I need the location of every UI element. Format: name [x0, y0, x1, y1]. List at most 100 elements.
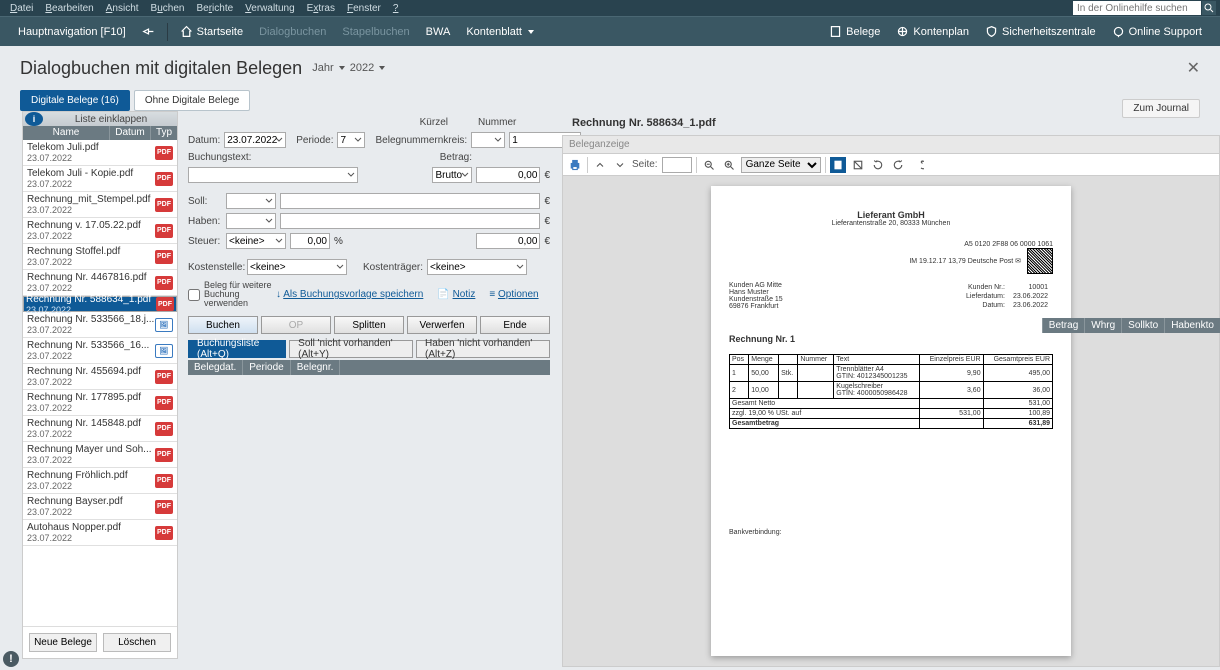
kostentraeger-select[interactable]: [427, 259, 527, 275]
nav-dialogbuchen[interactable]: Dialogbuchen: [251, 26, 334, 38]
vorlage-speichern-link[interactable]: ↓ Als Buchungsvorlage speichern: [276, 289, 423, 300]
fit-page-icon[interactable]: [830, 157, 846, 173]
status-icon[interactable]: !: [3, 651, 19, 667]
buchen-button[interactable]: Buchen: [188, 316, 258, 334]
page-title: Dialogbuchen mit digitalen Belegen: [20, 58, 302, 79]
buchungstext-input[interactable]: [188, 167, 358, 183]
undo-icon[interactable]: [910, 157, 926, 173]
menu-berichte[interactable]: Berichte: [190, 3, 239, 14]
list-item[interactable]: Rechnung Nr. 145848.pdf23.07.2022PDF: [23, 416, 177, 442]
fit-width-icon[interactable]: [850, 157, 866, 173]
steuer-pct[interactable]: [290, 233, 330, 249]
seite-input[interactable]: [662, 157, 692, 173]
pdf-icon: PDF: [155, 224, 173, 238]
tab-ohne-belege[interactable]: Ohne Digitale Belege: [134, 90, 251, 111]
periode-select[interactable]: [337, 132, 365, 148]
nav-kontenplan[interactable]: Kontenplan: [888, 25, 977, 38]
rotate-left-icon[interactable]: [870, 157, 886, 173]
list-item[interactable]: Telekom Juli.pdf23.07.2022PDF: [23, 140, 177, 166]
brutto-select[interactable]: [432, 167, 472, 183]
menu-datei[interactable]: Datei: [4, 3, 39, 14]
nav-belege[interactable]: Belege: [821, 25, 888, 38]
info-icon[interactable]: i: [25, 112, 43, 126]
menu-fenster[interactable]: Fenster: [341, 3, 387, 14]
optionen-link[interactable]: ≡ Optionen: [489, 289, 538, 300]
close-button[interactable]: ✕: [1187, 58, 1200, 78]
soll-konto[interactable]: [226, 193, 276, 209]
haben-nv-tab[interactable]: Haben 'nicht vorhanden' (Alt+Z): [416, 340, 550, 358]
page-up-icon[interactable]: [592, 157, 608, 173]
zoom-select[interactable]: Ganze Seite: [741, 157, 821, 173]
beleg-weitere-checkbox[interactable]: [188, 289, 200, 301]
betrag-input[interactable]: [476, 167, 540, 183]
menu-verwaltung[interactable]: Verwaltung: [239, 3, 300, 14]
list-item[interactable]: Rechnung Nr. 177895.pdf23.07.2022PDF: [23, 390, 177, 416]
pin-icon[interactable]: [134, 25, 163, 38]
list-item[interactable]: Rechnung v. 17.05.22.pdf23.07.2022PDF: [23, 218, 177, 244]
zum-journal-button[interactable]: Zum Journal: [1122, 99, 1200, 118]
collapse-list[interactable]: Liste einklappen: [45, 114, 177, 125]
zoom-out-icon[interactable]: [701, 157, 717, 173]
soll-text[interactable]: [280, 193, 540, 209]
year-label: Jahr 2022: [312, 62, 387, 74]
main-nav[interactable]: Hauptnavigation [F10]: [10, 26, 134, 38]
notiz-link[interactable]: 📄 Notiz: [437, 289, 475, 300]
nav-stapelbuchen[interactable]: Stapelbuchen: [334, 26, 417, 38]
list-item[interactable]: Rechnung Nr. 4467816.pdf23.07.2022PDF: [23, 270, 177, 296]
col-name[interactable]: Name: [23, 126, 109, 140]
steuer-select[interactable]: [226, 233, 286, 249]
print-icon[interactable]: [567, 157, 583, 173]
viewer-tab[interactable]: Beleganzeige: [563, 136, 1219, 154]
page-down-icon[interactable]: [612, 157, 628, 173]
menu-bearbeiten[interactable]: Bearbeiten: [39, 3, 99, 14]
haben-konto[interactable]: [226, 213, 276, 229]
kostenstelle-select[interactable]: [247, 259, 347, 275]
nav-kontenblatt[interactable]: Kontenblatt: [458, 26, 544, 38]
help-search-button[interactable]: [1202, 1, 1216, 15]
grid-right-cols: BetragWhrgSollktoHabenkto: [1042, 318, 1220, 333]
list-item[interactable]: Autohaus Nopper.pdf23.07.2022PDF: [23, 520, 177, 546]
pdf-icon: PDF: [155, 448, 173, 462]
pdf-icon: PDF: [155, 500, 173, 514]
neue-belege-button[interactable]: Neue Belege: [29, 633, 97, 652]
list-item[interactable]: Rechnung Fröhlich.pdf23.07.2022PDF: [23, 468, 177, 494]
steuer-betrag[interactable]: [476, 233, 540, 249]
kurzel-select[interactable]: [471, 132, 505, 148]
list-item[interactable]: Rechnung Mayer und Soh...23.07.2022PDF: [23, 442, 177, 468]
splitten-button[interactable]: Splitten: [334, 316, 404, 334]
nav-startseite[interactable]: Startseite: [172, 25, 251, 38]
menu-extras[interactable]: Extras: [301, 3, 341, 14]
datum-input[interactable]: [224, 132, 286, 148]
grid-header: Belegdat.PeriodeBelegnr.: [188, 360, 550, 375]
col-typ[interactable]: Typ: [151, 126, 177, 140]
haben-label: Haben:: [188, 216, 222, 227]
menu-help[interactable]: ?: [387, 3, 405, 14]
menu-buchen[interactable]: Buchen: [145, 3, 191, 14]
nav-support[interactable]: Online Support: [1104, 25, 1210, 38]
list-item[interactable]: Rechnung Bayser.pdf23.07.2022PDF: [23, 494, 177, 520]
list-item[interactable]: Rechnung_mit_Stempel.pdf23.07.2022PDF: [23, 192, 177, 218]
list-item[interactable]: Telekom Juli - Kopie.pdf23.07.2022PDF: [23, 166, 177, 192]
tab-digitale-belege[interactable]: Digitale Belege (16): [20, 90, 130, 111]
list-item[interactable]: Rechnung Nr. 533566_18.j...23.07.2022🖼: [23, 312, 177, 338]
list-item[interactable]: Rechnung Stoffel.pdf23.07.2022PDF: [23, 244, 177, 270]
list-item[interactable]: Rechnung Nr. 588634_1.pdf23.07.2022PDF: [23, 296, 177, 312]
haben-text[interactable]: [280, 213, 540, 229]
nav-bwa[interactable]: BWA: [418, 26, 459, 38]
loeschen-button[interactable]: Löschen: [103, 633, 171, 652]
verwerfen-button[interactable]: Verwerfen: [407, 316, 477, 334]
menubar: Datei Bearbeiten Ansicht Buchen Berichte…: [0, 0, 1220, 16]
list-item[interactable]: Rechnung Nr. 455694.pdf23.07.2022PDF: [23, 364, 177, 390]
col-datum[interactable]: Datum: [109, 126, 151, 140]
op-button[interactable]: OP: [261, 316, 331, 334]
soll-nv-tab[interactable]: Soll 'nicht vorhanden' (Alt+Y): [289, 340, 413, 358]
ende-button[interactable]: Ende: [480, 316, 550, 334]
menu-ansicht[interactable]: Ansicht: [100, 3, 145, 14]
pdf-icon: PDF: [155, 250, 173, 264]
buchungsliste-tab[interactable]: Buchungsliste (Alt+Q): [188, 340, 286, 358]
rotate-right-icon[interactable]: [890, 157, 906, 173]
list-item[interactable]: Rechnung Nr. 533566_16...23.07.2022🖼: [23, 338, 177, 364]
zoom-in-icon[interactable]: [721, 157, 737, 173]
help-search-input[interactable]: [1073, 1, 1201, 15]
nav-sicherheit[interactable]: Sicherheitszentrale: [977, 25, 1104, 38]
